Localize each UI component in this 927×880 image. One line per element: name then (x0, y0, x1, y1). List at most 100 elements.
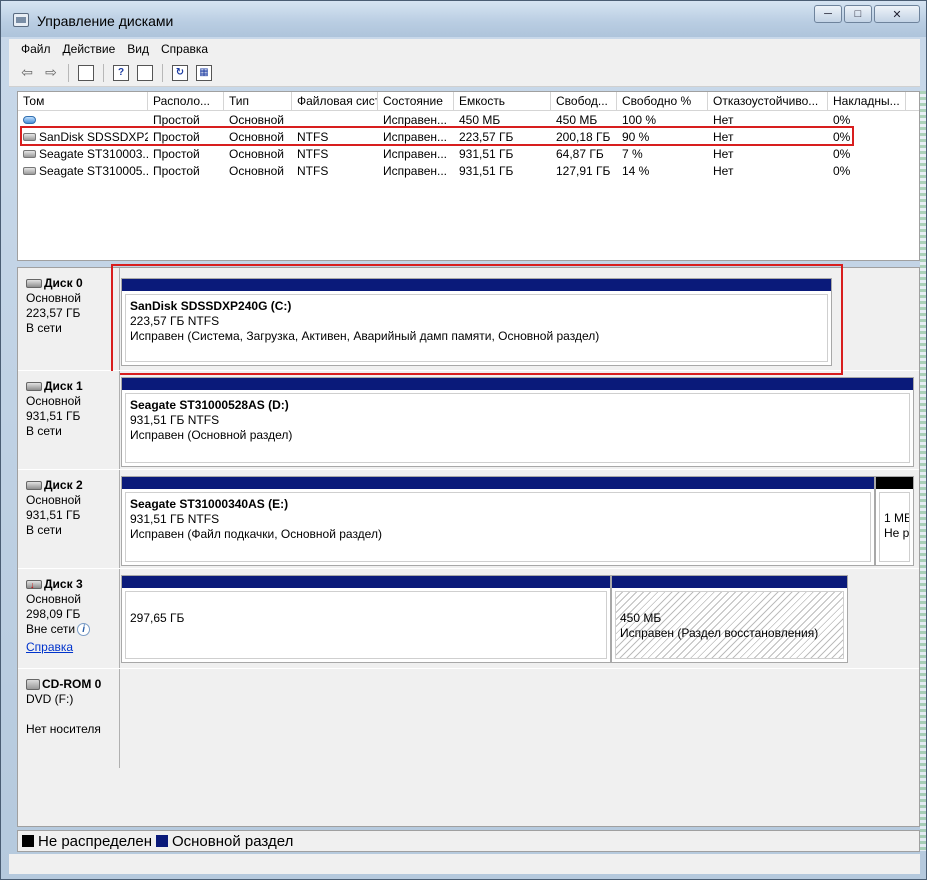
overhead-cell: 0% (833, 129, 851, 144)
fs-cell: NTFS (297, 146, 329, 161)
partition-body: Seagate ST31000340AS (E:) 931,51 ГБ NTFS… (125, 492, 871, 562)
volume-name-cell: Seagate ST310003... (18, 147, 148, 161)
partition-status: Исправен (Система, Загрузка, Активен, Ав… (130, 329, 600, 343)
hard-disk-icon (26, 382, 42, 391)
free-percent-cell: 90 % (622, 129, 650, 144)
free-percent-cell: 7 % (622, 146, 643, 161)
table-row[interactable]: Seagate ST310003... Простой Основной NTF… (18, 145, 919, 162)
partition-size: 450 МБ (620, 611, 662, 625)
forward-button[interactable]: ⇨ (41, 63, 61, 83)
table-row[interactable]: SanDisk SDSSDXP2... Простой Основной NTF… (18, 128, 919, 145)
partition-recovery[interactable]: 450 МБ Исправен (Раздел восстановления) (611, 575, 848, 663)
volume-icon (23, 167, 36, 176)
disk-label[interactable]: Диск 0 Основной 223,57 ГБ В сети (18, 268, 120, 370)
disk-name-text: Диск 3 (44, 577, 83, 591)
fault-cell: Нет (713, 163, 734, 178)
minimize-button[interactable]: ─ (814, 5, 842, 23)
status-cell: Исправен... (383, 163, 448, 178)
properties-icon (137, 64, 153, 81)
free-percent-cell: 100 % (622, 112, 657, 127)
disk-management-app-icon (13, 13, 29, 27)
status-bar (9, 854, 920, 874)
disk-size: 223,57 ГБ (26, 306, 81, 320)
type-cell: Основной (229, 163, 285, 178)
back-button[interactable]: ⇦ (17, 63, 37, 83)
capacity-cell: 931,51 ГБ (459, 146, 514, 161)
window-title: Управление дисками (37, 13, 174, 29)
free-cell: 64,87 ГБ (556, 146, 604, 161)
menu-file[interactable]: Файл (15, 42, 57, 56)
menu-help[interactable]: Справка (155, 42, 214, 56)
partition-status: Исправен (Файл подкачки, Основной раздел… (130, 527, 382, 541)
volume-name: Seagate ST310005... (39, 163, 148, 178)
column-volume[interactable]: Том (18, 92, 148, 111)
partition-c[interactable]: SanDisk SDSSDXP240G (C:) 223,57 ГБ NTFS … (121, 278, 832, 366)
disk-size: 931,51 ГБ (26, 508, 81, 522)
fault-cell: Нет (713, 129, 734, 144)
disk-row: Диск 3 Основной 298,09 ГБ Вне сетиi Спра… (18, 569, 919, 669)
rescan-button[interactable]: ▦ (194, 63, 214, 83)
disk-graphical-view: Диск 0 Основной 223,57 ГБ В сети SanDisk… (17, 264, 920, 827)
info-icon[interactable]: i (77, 623, 91, 637)
free-cell: 200,18 ГБ (556, 129, 611, 144)
unallocated-swatch (22, 835, 34, 847)
table-row[interactable]: Seagate ST310005... Простой Основной NTF… (18, 162, 919, 179)
partition-status: Исправен (Раздел восстановления) (620, 626, 819, 640)
column-free-percent[interactable]: Свободно % (617, 92, 708, 111)
partition-d[interactable]: Seagate ST31000528AS (D:) 931,51 ГБ NTFS… (121, 377, 914, 467)
help-button[interactable]: ? (111, 63, 131, 83)
hard-disk-icon (26, 279, 42, 288)
disk-label[interactable]: Диск 3 Основной 298,09 ГБ Вне сетиi Спра… (18, 569, 120, 668)
column-free[interactable]: Свобод... (551, 92, 617, 111)
menu-bar: Файл Действие Вид Справка (9, 39, 920, 59)
help-link[interactable]: Справка (26, 640, 73, 654)
close-button[interactable]: ✕ (874, 5, 920, 23)
partition-body: SanDisk SDSSDXP240G (C:) 223,57 ГБ NTFS … (125, 294, 828, 362)
partition-body: Seagate ST31000528AS (D:) 931,51 ГБ NTFS… (125, 393, 910, 463)
volume-name-cell: Seagate ST310005... (18, 164, 148, 178)
partition-e[interactable]: Seagate ST31000340AS (E:) 931,51 ГБ NTFS… (121, 476, 875, 566)
maximize-button[interactable]: □ (844, 5, 872, 23)
legend-primary-label: Основной раздел (171, 832, 294, 850)
column-overhead[interactable]: Накладны... (828, 92, 906, 111)
help-icon: ? (113, 64, 129, 81)
fault-cell: Нет (713, 146, 734, 161)
disk-name-text: CD-ROM 0 (42, 677, 102, 691)
column-filesystem[interactable]: Файловая сист... (292, 92, 378, 111)
disk-label[interactable]: Диск 2 Основной 931,51 ГБ В сети (18, 470, 120, 568)
arrow-right-icon: ⇨ (45, 64, 57, 80)
menu-view[interactable]: Вид (121, 42, 155, 56)
background-strip (920, 91, 926, 851)
show-hide-tree-button[interactable] (76, 63, 96, 83)
type-cell: Основной (229, 129, 285, 144)
column-capacity[interactable]: Емкость (454, 92, 551, 111)
primary-partition-bar (122, 477, 874, 489)
toolbar: ⇦ ⇨ ? ↻ ▦ (9, 59, 920, 87)
legend-unallocated: Не распределен (22, 833, 152, 850)
media-state: Нет носителя (26, 722, 101, 736)
partition-title: Seagate ST31000528AS (D:) (130, 398, 289, 412)
menu-action[interactable]: Действие (57, 42, 122, 56)
table-row[interactable]: Простой Основной Исправен... 450 МБ 450 … (18, 111, 919, 128)
title-bar: Управление дисками ─ □ ✕ (1, 1, 926, 37)
properties-button[interactable] (135, 63, 155, 83)
disk-row: Диск 1 Основной 931,51 ГБ В сети Seagate… (18, 371, 919, 470)
overhead-cell: 0% (833, 146, 851, 161)
fault-cell: Нет (713, 112, 734, 127)
column-type[interactable]: Тип (224, 92, 292, 111)
column-fault-tolerance[interactable]: Отказоустойчиво... (708, 92, 828, 111)
disk-type: Основной (26, 493, 82, 507)
disk-label[interactable]: CD-ROM 0 DVD (F:) Нет носителя (18, 669, 120, 768)
refresh-button[interactable]: ↻ (170, 63, 190, 83)
disk-type: Основной (26, 592, 82, 606)
unallocated-space[interactable]: 1 МБ Не р (875, 476, 914, 566)
status-cell: Исправен... (383, 129, 448, 144)
disk-label[interactable]: Диск 1 Основной 931,51 ГБ В сети (18, 371, 120, 469)
disk-state: В сети (26, 523, 62, 537)
column-status[interactable]: Состояние (378, 92, 454, 111)
partition-disk3-main[interactable]: 297,65 ГБ (121, 575, 611, 663)
volume-list: Том Располо... Тип Файловая сист... Сост… (17, 91, 920, 261)
disk-row: CD-ROM 0 DVD (F:) Нет носителя (18, 669, 919, 768)
column-layout[interactable]: Располо... (148, 92, 224, 111)
console-tree-icon (78, 64, 94, 81)
